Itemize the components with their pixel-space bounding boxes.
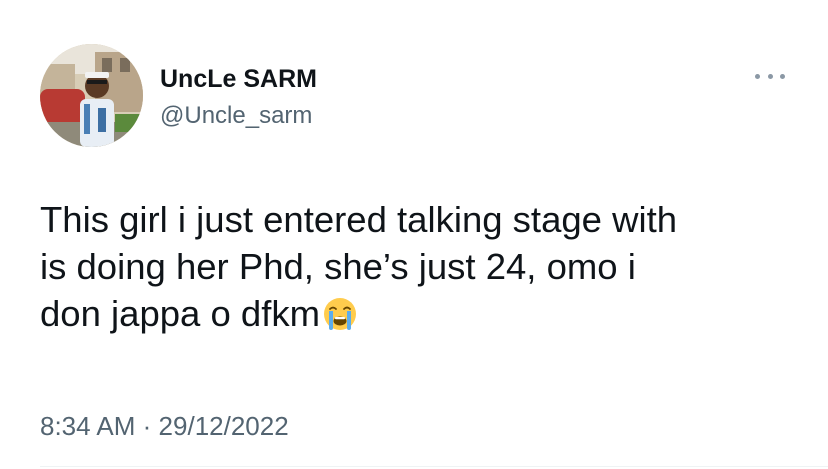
profile-photo-icon (40, 44, 143, 147)
tweet-text-line: don jappa o dfkm (40, 293, 321, 334)
timestamp-separator: · (142, 411, 152, 441)
tweet-timestamp[interactable]: 8:34 AM · 29/12/2022 (40, 410, 289, 442)
tweet-text-line: is doing her Phd, she’s just 24, omo i (40, 246, 636, 287)
ellipsis-icon-dot (767, 73, 773, 79)
author-avatar[interactable] (40, 44, 143, 147)
tweet-time: 8:34 AM (40, 411, 136, 441)
tweet-text: This girl i just entered talking stage w… (40, 196, 810, 337)
tweet-text-line: This girl i just entered talking stage w… (40, 199, 678, 240)
ellipsis-icon-dot (755, 73, 760, 79)
tweet-text-line-last: don jappa o dfkm (40, 290, 810, 337)
loudly-crying-face-icon (322, 296, 358, 332)
author-handle[interactable]: @Uncle_sarm (160, 101, 312, 131)
author-display-name[interactable]: UncLe SARM (160, 64, 317, 94)
tweet-date: 29/12/2022 (158, 411, 289, 441)
ellipsis-icon-dot (780, 73, 785, 79)
divider (40, 466, 828, 467)
tweet-card: UncLe SARM @Uncle_sarm This girl i just … (0, 0, 828, 469)
more-options-button[interactable] (755, 66, 785, 86)
